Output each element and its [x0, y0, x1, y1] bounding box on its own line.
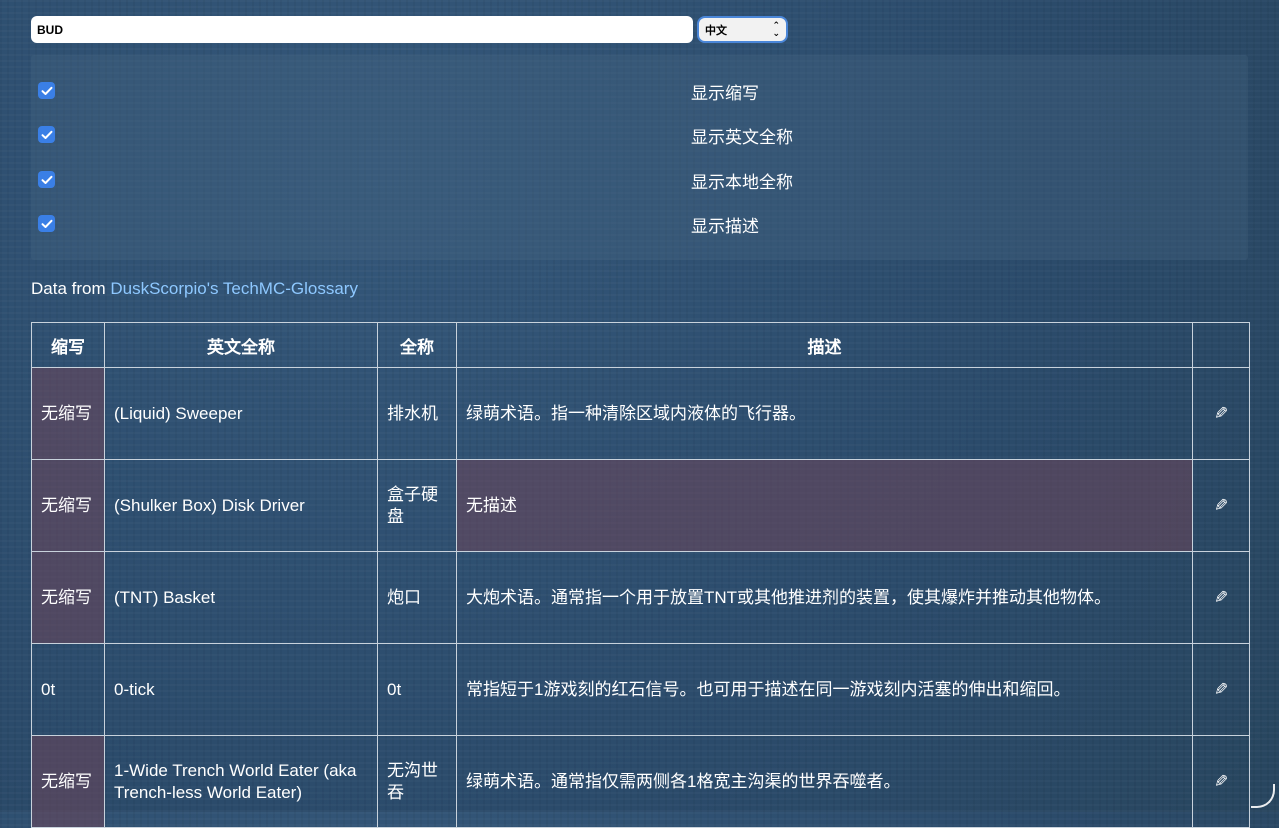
show-abbreviation-checkbox[interactable] — [38, 82, 55, 99]
option-label: 显示缩写 — [691, 84, 759, 104]
data-source-line: Data from DuskScorpio's TechMC-Glossary — [31, 279, 358, 299]
edit-icon[interactable]: ✎ — [1214, 495, 1228, 517]
edit-icon[interactable]: ✎ — [1214, 679, 1228, 701]
checkmark-icon — [41, 175, 52, 184]
table-row: 无缩写 (Liquid) Sweeper 排水机 绿萌术语。指一种清除区域内液体的飞行… — [31, 367, 1250, 460]
cell-english-name: (TNT) Basket — [104, 551, 378, 644]
cell-english-name: 1-Wide Trench World Eater (aka Trench-le… — [104, 735, 378, 828]
header-full-name: 全称 — [377, 322, 457, 368]
cell-description: 无描述 — [456, 459, 1193, 552]
language-select[interactable]: 中文 ⌃ ⌄ — [697, 16, 788, 43]
cell-description: 大炮术语。通常指一个用于放置TNT或其他推进剂的装置，使其爆炸并推动其他物体。 — [456, 551, 1193, 644]
checkmark-icon — [41, 86, 52, 95]
checkmark-icon — [41, 219, 52, 228]
cell-full-name: 无沟世吞 — [377, 735, 457, 828]
option-show-abbreviation: 显示缩写 — [31, 77, 1248, 107]
resize-handle[interactable] — [1251, 784, 1275, 808]
cell-english-name: (Liquid) Sweeper — [104, 367, 378, 460]
show-local-name-checkbox[interactable] — [38, 171, 55, 188]
edit-icon[interactable]: ✎ — [1214, 771, 1228, 793]
select-arrows-icon: ⌃ ⌄ — [772, 20, 780, 39]
header-abbreviation: 缩写 — [31, 322, 105, 368]
cell-abbreviation: 无缩写 — [31, 459, 105, 552]
search-input[interactable] — [31, 16, 693, 43]
cell-actions: ✎ — [1192, 367, 1250, 460]
cell-description: 绿萌术语。指一种清除区域内液体的飞行器。 — [456, 367, 1193, 460]
option-show-description: 显示描述 — [31, 210, 1248, 240]
show-description-checkbox[interactable] — [38, 215, 55, 232]
glossary-table: 缩写 英文全称 全称 描述 无缩写 (Liquid) Sweeper 排水机 绿萌术语… — [31, 322, 1250, 828]
cell-abbreviation: 无缩写 — [31, 551, 105, 644]
cell-full-name: 0t — [377, 643, 457, 736]
table-row: 0t 0-tick 0t 常指短于1游戏刻的红石信号。也可用于描述在同一游戏刻内活塞的… — [31, 643, 1250, 736]
show-english-name-checkbox[interactable] — [38, 126, 55, 143]
table-row: 无缩写 (TNT) Basket 炮口 大炮术语。通常指一个用于放置TNT或其他推进剂… — [31, 551, 1250, 644]
option-label: 显示描述 — [691, 217, 759, 237]
cell-full-name: 炮口 — [377, 551, 457, 644]
option-label: 显示本地全称 — [691, 173, 793, 193]
option-show-local-name: 显示本地全称 — [31, 166, 1248, 196]
header-english-name: 英文全称 — [104, 322, 378, 368]
cell-english-name: (Shulker Box) Disk Driver — [104, 459, 378, 552]
cell-description: 绿萌术语。通常指仅需两侧各1格宽主沟渠的世界吞噬者。 — [456, 735, 1193, 828]
edit-icon[interactable]: ✎ — [1214, 403, 1228, 425]
table-row: 无缩写 1-Wide Trench World Eater (aka Trench… — [31, 735, 1250, 828]
table-row: 无缩写 (Shulker Box) Disk Driver 盒子硬盘 无描述 ✎ — [31, 459, 1250, 552]
cell-actions: ✎ — [1192, 459, 1250, 552]
cell-actions: ✎ — [1192, 643, 1250, 736]
cell-actions: ✎ — [1192, 735, 1250, 828]
table-header-row: 缩写 英文全称 全称 描述 — [31, 322, 1250, 368]
language-select-value: 中文 — [705, 23, 727, 37]
checkmark-icon — [41, 130, 52, 139]
cell-abbreviation: 0t — [31, 643, 105, 736]
data-source-prefix: Data from — [31, 279, 111, 298]
cell-full-name: 盒子硬盘 — [377, 459, 457, 552]
option-show-english-name: 显示英文全称 — [31, 121, 1248, 151]
cell-abbreviation: 无缩写 — [31, 367, 105, 460]
cell-abbreviation: 无缩写 — [31, 735, 105, 828]
cell-english-name: 0-tick — [104, 643, 378, 736]
cell-full-name: 排水机 — [377, 367, 457, 460]
edit-icon[interactable]: ✎ — [1214, 587, 1228, 609]
cell-description: 常指短于1游戏刻的红石信号。也可用于描述在同一游戏刻内活塞的伸出和缩回。 — [456, 643, 1193, 736]
option-label: 显示英文全称 — [691, 128, 793, 148]
cell-actions: ✎ — [1192, 551, 1250, 644]
header-actions — [1192, 322, 1250, 368]
glossary-source-link[interactable]: DuskScorpio's TechMC-Glossary — [110, 279, 358, 298]
header-description: 描述 — [456, 322, 1193, 368]
display-options-panel: 显示缩写 显示英文全称 显示本地全称 显示描述 — [31, 55, 1248, 260]
